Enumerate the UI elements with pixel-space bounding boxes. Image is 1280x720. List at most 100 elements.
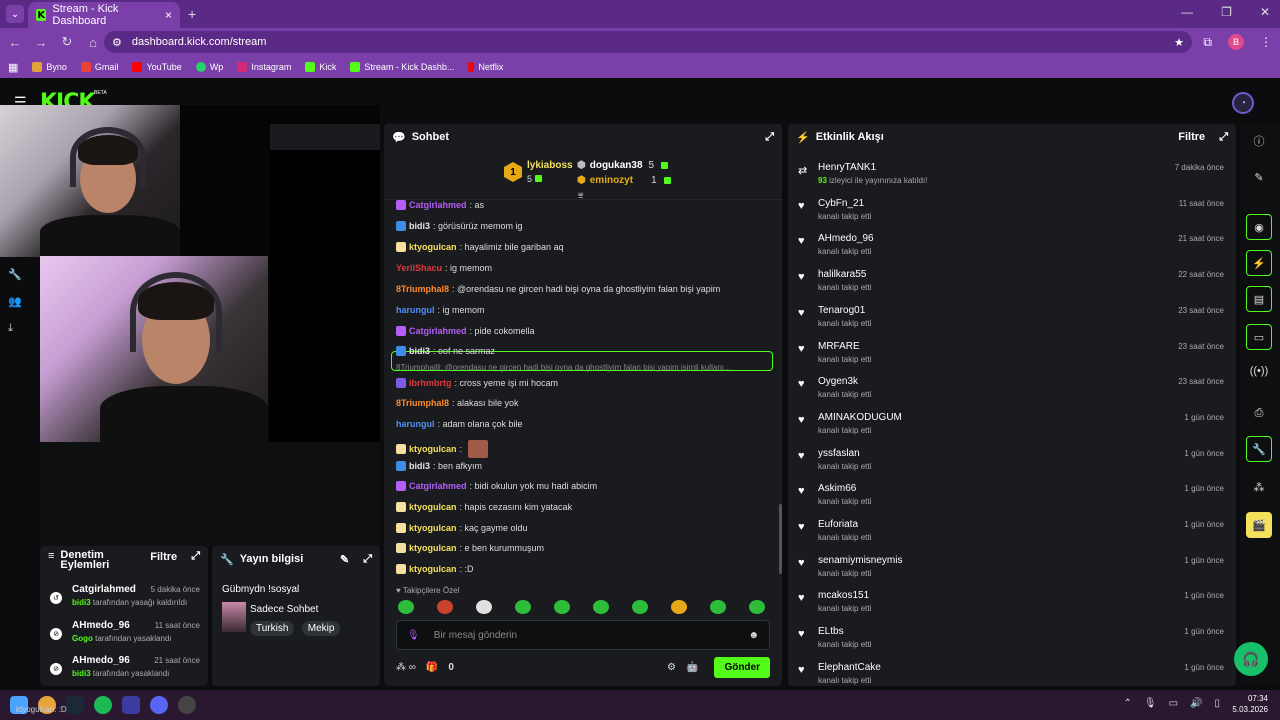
document-icon[interactable]: ▤ — [1246, 286, 1272, 312]
popout-icon[interactable]: ⤢ — [765, 131, 774, 144]
bookmark-youtube[interactable]: YouTube — [132, 62, 182, 72]
dots-icon[interactable]: ⁂ — [1246, 474, 1272, 500]
activity-item[interactable]: ♥ CybFn_21 kanalı takip etti 11 saat önce — [798, 194, 1226, 228]
modlog-username[interactable]: Catgirlahmed — [72, 584, 136, 595]
wrench-rail-icon[interactable]: 🔧 — [1246, 436, 1272, 462]
emote-icon[interactable] — [398, 600, 414, 614]
emote-icon[interactable] — [593, 600, 609, 614]
edit-pencil-icon[interactable]: ✎ — [340, 553, 349, 566]
activity-username[interactable]: CybFn_21 — [818, 198, 864, 209]
url-field[interactable]: ⚙ dashboard.kick.com/stream ★ — [104, 31, 1192, 53]
chat-username[interactable]: ibrhmbrtg — [409, 378, 452, 388]
app-icon[interactable] — [122, 696, 140, 714]
steam-icon[interactable] — [66, 696, 84, 714]
emote-icon[interactable] — [554, 600, 570, 614]
activity-username[interactable]: Askim66 — [818, 483, 856, 494]
mic-tray-icon[interactable]: 🎙 — [1144, 698, 1157, 709]
modlog-row[interactable]: ⊘ AHmedo_96 21 saat önce bidi3 tarafından y… — [48, 655, 200, 689]
reload-icon[interactable]: ↻ — [56, 34, 78, 50]
browser-tab[interactable]: K Stream - Kick Dashboard × — [28, 2, 180, 28]
modlog-username[interactable]: AHmedo_96 — [72, 620, 130, 631]
emote-icon[interactable] — [476, 600, 492, 614]
activity-username[interactable]: halilkara55 — [818, 269, 866, 280]
activity-item[interactable]: ♥ AHmedo_96 kanalı takip etti 21 saat önce — [798, 229, 1226, 263]
bookmark-star-icon[interactable]: ★ — [1174, 36, 1184, 49]
modlog-row[interactable]: ↺ Catgirlahmed 5 dakika önce bidi3 tarafınd… — [48, 584, 200, 618]
activity-username[interactable]: ELtbs — [818, 626, 844, 637]
chat-username[interactable]: ktyogulcan — [409, 523, 457, 533]
chat-username[interactable]: Catgirlahmed — [409, 200, 467, 210]
chat-username[interactable]: ktyogulcan — [409, 564, 457, 574]
chat-username[interactable]: bidi3 — [409, 461, 430, 471]
modlog-row[interactable]: ⊘ AHmedo_96 11 saat önce Gogo tarafından ya… — [48, 620, 200, 654]
moderator-name[interactable]: bidi3 — [72, 598, 91, 607]
bookmark-byno[interactable]: Byno — [32, 62, 67, 72]
chevron-up-icon[interactable]: ⌃ — [1123, 698, 1131, 709]
battery-icon[interactable]: ▯ — [1214, 698, 1220, 709]
bot-icon[interactable]: 🤖 — [686, 662, 698, 673]
clapper-icon[interactable]: 🎬 — [1246, 512, 1272, 538]
chat-username[interactable]: 8Triumphal8 — [396, 398, 449, 408]
support-headset-icon[interactable]: 🎧 — [1234, 642, 1268, 676]
broadcast-icon[interactable]: ((•)) — [1246, 358, 1272, 384]
chat-username[interactable]: ktyogulcan — [409, 543, 457, 553]
home-icon[interactable]: ⌂ — [82, 35, 104, 50]
category-thumbnail[interactable] — [222, 602, 246, 632]
activity-item[interactable]: ⇄ HenryTANK1 93 izleyici ile yayınınıza ka… — [798, 158, 1226, 192]
reply-preview[interactable]: 8Triumphal8: @orendasu ne gircen hadi bi… — [396, 363, 731, 372]
bookmark-kick[interactable]: Kick — [305, 62, 336, 72]
bookmark-netflix[interactable]: Netflix — [468, 62, 503, 72]
activity-username[interactable]: Tenarog01 — [818, 305, 865, 316]
popout-icon[interactable]: ⤢ — [363, 553, 372, 566]
chat-rail-icon[interactable]: ▭ — [1246, 324, 1272, 350]
emote-icon[interactable] — [710, 600, 726, 614]
emote-icon[interactable] — [749, 600, 765, 614]
send-button[interactable]: Gönder — [714, 656, 770, 678]
forward-icon[interactable]: → — [30, 35, 52, 50]
activity-item[interactable]: ♥ Tenarog01 kanalı takip etti 23 saat önce — [798, 301, 1226, 335]
close-window-icon[interactable]: ✕ — [1260, 5, 1270, 19]
activity-username[interactable]: Oygen3k — [818, 376, 858, 387]
activity-username[interactable]: senamiymisneymis — [818, 555, 902, 566]
chat-username[interactable]: harungul — [396, 419, 435, 429]
activity-item[interactable]: ♥ MRFARE kanalı takip etti 23 saat önce — [798, 337, 1226, 371]
activity-username[interactable]: AHmedo_96 — [818, 233, 874, 244]
activity-username[interactable]: yssfaslan — [818, 448, 860, 459]
lightning-rail-icon[interactable]: ⚡ — [1246, 250, 1272, 276]
emote-icon[interactable] — [515, 600, 531, 614]
camera-icon[interactable]: ◉ — [1246, 214, 1272, 240]
clock[interactable]: 07:34 5.03.2026 — [1232, 693, 1268, 715]
chat-username[interactable]: Catgirlahmed — [409, 481, 467, 491]
chat-username[interactable]: ktyogulcan — [409, 242, 457, 252]
tag[interactable]: Mekip — [301, 621, 341, 636]
users-icon[interactable]: 👥 — [8, 295, 22, 308]
site-info-icon[interactable]: ⚙ — [112, 36, 122, 49]
chat-input[interactable]: 🎙 Bir mesaj gönderin ☻ — [396, 620, 770, 650]
upload-icon[interactable]: ⤓ — [8, 322, 22, 335]
activity-item[interactable]: ♥ ELtbs kanalı takip etti 1 gün önce — [798, 622, 1226, 656]
back-icon[interactable]: ← — [4, 35, 26, 50]
tag[interactable]: Turkish — [250, 621, 295, 636]
close-tab-icon[interactable]: × — [165, 8, 172, 22]
user-avatar[interactable]: ◔ — [1232, 92, 1254, 114]
gift-icon[interactable]: 🎁 — [426, 662, 438, 673]
activity-item[interactable]: ♥ halilkara55 kanalı takip etti 22 saat önc… — [798, 265, 1226, 299]
chat-username[interactable]: bidi3 — [409, 346, 430, 356]
info-icon[interactable]: ⓘ — [1246, 128, 1272, 154]
modlog-username[interactable]: AHmedo_96 — [72, 655, 130, 666]
popout-icon[interactable]: ⤢ — [1219, 131, 1228, 144]
minimize-icon[interactable]: — — [1181, 5, 1193, 19]
microphone-icon[interactable]: 🎙 — [407, 630, 420, 641]
obs-icon[interactable] — [178, 696, 196, 714]
extensions-icon[interactable]: ⧉ — [1203, 35, 1212, 50]
activity-username[interactable]: AMINAKODUGUM — [818, 412, 902, 423]
activity-item[interactable]: ♥ Oygen3k kanalı takip etti 23 saat önce — [798, 372, 1226, 406]
second-user-row[interactable]: ⬢ dogukan38 5 — [577, 160, 669, 171]
chat-username[interactable]: harungul — [396, 305, 435, 315]
emoji-icon[interactable]: ☻ — [748, 630, 759, 641]
emote-icon[interactable] — [437, 600, 453, 614]
volume-icon[interactable]: 🔊 — [1190, 698, 1202, 709]
emote-icon[interactable] — [632, 600, 648, 614]
modlog-filter-button[interactable]: Filtre — [150, 551, 177, 563]
activity-item[interactable]: ♥ ElephantCake kanalı takip etti 1 gün önce — [798, 658, 1226, 692]
